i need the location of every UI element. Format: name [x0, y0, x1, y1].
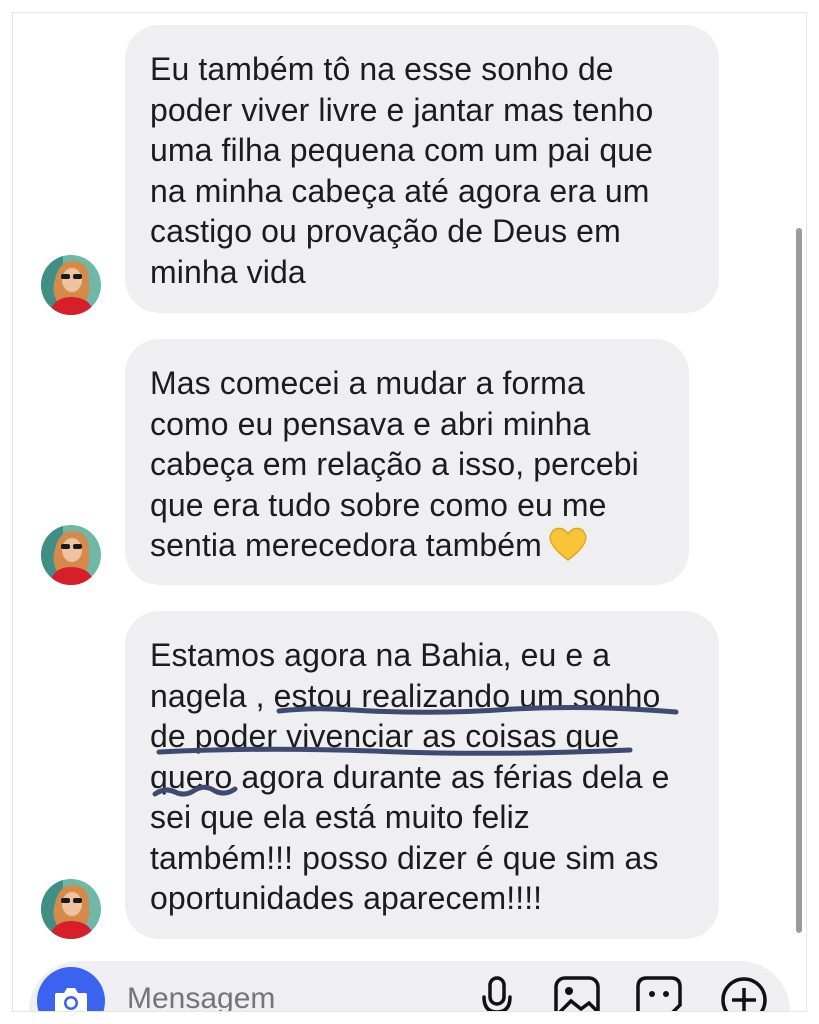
avatar[interactable] [41, 255, 101, 315]
message-bubble[interactable]: Eu também tô na esse sonho de poder vive… [125, 25, 719, 313]
gallery-icon[interactable] [553, 975, 601, 1012]
microphone-icon[interactable] [479, 975, 515, 1012]
message-bubble[interactable]: Mas comecei a mudar a forma como eu pens… [125, 339, 689, 585]
yellow-heart-icon [548, 526, 588, 562]
message-composer [29, 961, 790, 1012]
camera-button[interactable] [37, 967, 105, 1011]
message-text: Mas comecei a mudar a forma como eu pens… [150, 363, 663, 566]
avatar[interactable] [41, 879, 101, 939]
message-text: Estamos agora na Bahia, eu e a nagela , … [150, 637, 670, 916]
add-icon[interactable] [719, 975, 769, 1012]
message-input[interactable] [125, 981, 449, 1011]
chat-window: Eu também tô na esse sonho de poder vive… [12, 12, 807, 1012]
message-text: Eu também tô na esse sonho de poder vive… [150, 51, 654, 290]
scrollbar[interactable] [796, 228, 802, 933]
avatar[interactable] [41, 525, 101, 585]
sticker-icon[interactable] [635, 975, 683, 1012]
message-bubble[interactable]: Estamos agora na Bahia, eu e a nagela , … [125, 611, 719, 939]
camera-icon [55, 988, 87, 1011]
